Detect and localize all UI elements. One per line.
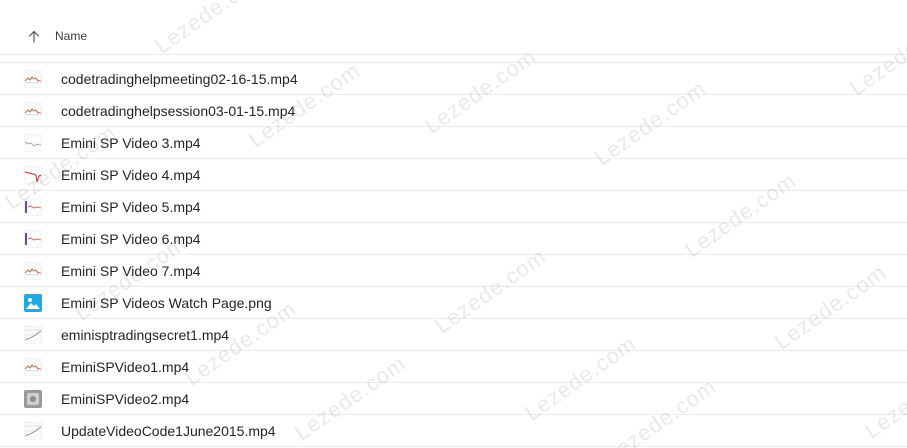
file-row[interactable]: Emini SP Videos Watch Page.png <box>0 287 907 319</box>
file-name[interactable]: Emini SP Video 5.mp4 <box>61 199 201 215</box>
file-row[interactable]: UpdateVideoCode1June2015.mp4 <box>0 415 907 447</box>
file-name[interactable]: EminiSPVideo1.mp4 <box>61 359 189 375</box>
video-thumbnail-icon <box>23 165 43 185</box>
video-thumbnail-icon <box>23 261 43 281</box>
video-thumbnail-icon <box>23 229 43 249</box>
file-name[interactable]: Emini SP Videos Watch Page.png <box>61 295 272 311</box>
video-thumbnail-icon <box>23 357 43 377</box>
video-thumbnail-icon <box>23 101 43 121</box>
video-thumbnail-icon <box>24 390 42 408</box>
file-name[interactable]: codetradinghelpsession03-01-15.mp4 <box>61 103 295 119</box>
file-name[interactable]: codetradinghelpmeeting02-16-15.mp4 <box>61 71 298 87</box>
video-thumbnail-icon <box>23 325 43 345</box>
file-row[interactable]: codetradinghelpmeeting02-16-15.mp4 <box>0 62 907 95</box>
file-name[interactable]: UpdateVideoCode1June2015.mp4 <box>61 423 276 439</box>
file-name[interactable]: EminiSPVideo2.mp4 <box>61 391 189 407</box>
file-rows: codetradinghelpmeeting02-16-15.mp4 codetr… <box>0 62 907 447</box>
video-thumbnail-icon <box>23 197 43 217</box>
file-name[interactable]: Emini SP Video 6.mp4 <box>61 231 201 247</box>
file-row[interactable]: EminiSPVideo2.mp4 <box>0 383 907 415</box>
file-row[interactable]: codetradinghelpsession03-01-15.mp4 <box>0 95 907 127</box>
file-row[interactable]: Emini SP Video 3.mp4 <box>0 127 907 159</box>
video-thumbnail-icon <box>23 133 43 153</box>
file-row[interactable]: EminiSPVideo1.mp4 <box>0 351 907 383</box>
image-file-icon <box>24 294 42 312</box>
arrow-up-icon[interactable] <box>27 29 41 43</box>
file-name[interactable]: Emini SP Video 3.mp4 <box>61 135 201 151</box>
file-name[interactable]: Emini SP Video 7.mp4 <box>61 263 201 279</box>
file-row[interactable]: Emini SP Video 4.mp4 <box>0 159 907 191</box>
file-name[interactable]: eminisptradingsecret1.mp4 <box>61 327 229 343</box>
column-header-row: Name <box>0 18 907 55</box>
file-list: Name codetradinghelpmeeting02-16-15.mp4 c… <box>0 0 907 448</box>
file-row[interactable]: Emini SP Video 5.mp4 <box>0 191 907 223</box>
file-name[interactable]: Emini SP Video 4.mp4 <box>61 167 201 183</box>
video-thumbnail-icon <box>23 69 43 89</box>
column-header-name[interactable]: Name <box>55 29 87 43</box>
file-row[interactable]: Emini SP Video 6.mp4 <box>0 223 907 255</box>
video-thumbnail-icon <box>23 421 43 441</box>
file-row[interactable]: eminisptradingsecret1.mp4 <box>0 319 907 351</box>
file-row[interactable]: Emini SP Video 7.mp4 <box>0 255 907 287</box>
